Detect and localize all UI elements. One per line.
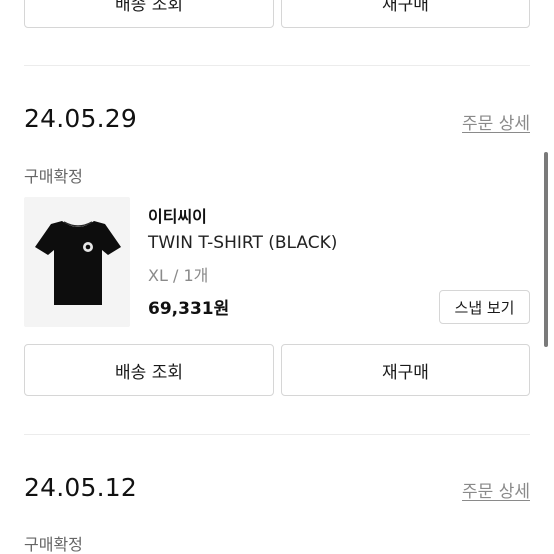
product-brand[interactable]: 이티씨이	[148, 203, 207, 227]
product-price: 69,331원	[148, 299, 230, 319]
reorder-button[interactable]: 재구매	[281, 344, 530, 396]
order-history-page: 배송 조회 재구매 24.05.29 주문 상세 구매확정 이티씨이 TWIN …	[0, 0, 554, 554]
tshirt-image	[35, 221, 121, 305]
shipping-track-label: 배송 조회	[115, 362, 183, 383]
shipping-track-button[interactable]: 배송 조회	[24, 344, 274, 396]
order-status: 구매확정	[24, 535, 83, 554]
product-option: XL / 1개	[148, 266, 209, 285]
order-status: 구매확정	[24, 167, 83, 186]
order-divider	[24, 434, 530, 435]
shipping-track-label: 배송 조회	[115, 0, 183, 15]
order-date: 24.05.29	[24, 104, 137, 133]
product-thumbnail[interactable]	[24, 197, 130, 327]
scrollbar[interactable]	[544, 152, 548, 347]
order-detail-link[interactable]: 주문 상세	[462, 477, 530, 502]
product-name[interactable]: TWIN T-SHIRT (BLACK)	[148, 233, 337, 253]
snap-view-label: 스냅 보기	[454, 298, 515, 317]
order-date: 24.05.12	[24, 473, 137, 502]
order-detail-link[interactable]: 주문 상세	[462, 109, 530, 134]
reorder-label: 재구매	[382, 0, 429, 15]
snap-view-button[interactable]: 스냅 보기	[439, 290, 530, 324]
reorder-button[interactable]: 재구매	[281, 0, 530, 28]
shipping-track-button[interactable]: 배송 조회	[24, 0, 274, 28]
order-divider	[24, 65, 530, 66]
reorder-label: 재구매	[382, 362, 429, 383]
